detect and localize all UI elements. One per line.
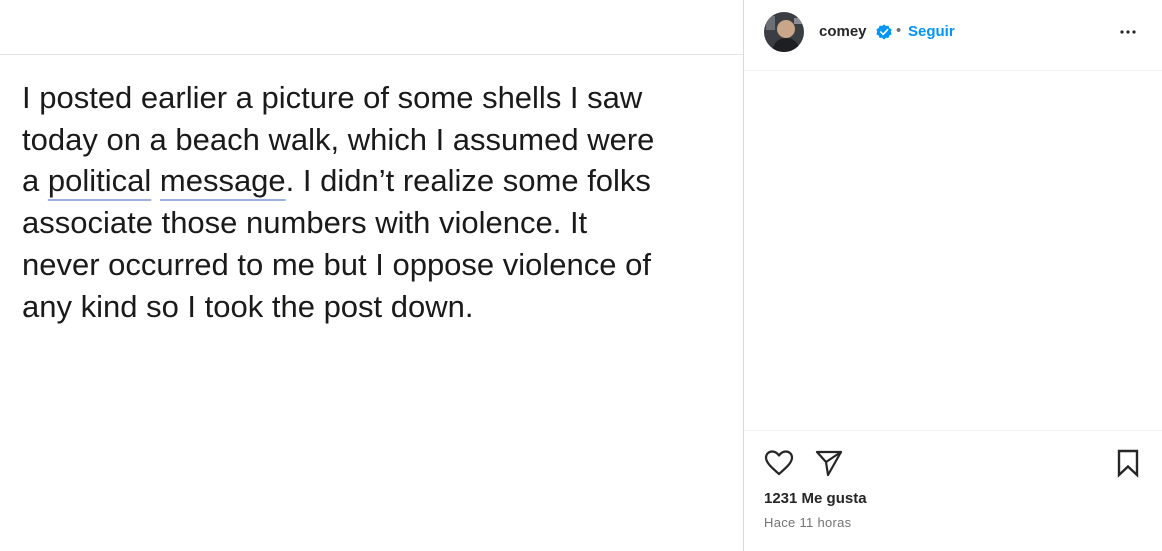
actions-divider <box>744 430 1162 431</box>
heart-icon[interactable] <box>764 448 794 478</box>
instagram-post-view: I posted earlier a picture of some shell… <box>0 0 1162 551</box>
text-line-4: associate those numbers with violence. I… <box>22 205 588 241</box>
text-line-2: today on a beach walk, which I assumed w… <box>22 121 655 157</box>
more-options-icon[interactable] <box>1116 20 1140 44</box>
verified-badge-icon <box>876 24 892 40</box>
post-timestamp[interactable]: Hace 11 horas <box>764 515 852 530</box>
text-line-1: I posted earlier a picture of some shell… <box>22 80 643 115</box>
username-link[interactable]: comey <box>819 23 867 40</box>
follow-button[interactable]: Seguir <box>908 23 955 40</box>
underlined-word-political: political <box>47 163 152 199</box>
text-line-3: a political message. I didn’t realize so… <box>22 163 651 199</box>
likes-count[interactable]: 1231 Me gusta <box>764 490 867 507</box>
separator-dot: • <box>896 22 902 39</box>
post-image: I posted earlier a picture of some shell… <box>0 0 743 551</box>
post-image-text: I posted earlier a picture of some shell… <box>22 77 722 327</box>
paper-plane-icon[interactable] <box>814 448 844 478</box>
text-line-5: never occurred to me but I oppose violen… <box>22 246 651 282</box>
post-header: comey • Seguir <box>744 0 1162 71</box>
text-line-6: any kind so I took the post down. <box>22 288 474 324</box>
underlined-word-message: message <box>159 163 286 199</box>
image-top-edge <box>0 54 743 55</box>
avatar[interactable] <box>764 12 804 52</box>
post-sidebar: comey • Seguir 1231 Me gusta Hace 11 hor… <box>744 0 1162 551</box>
bookmark-icon[interactable] <box>1113 448 1143 478</box>
